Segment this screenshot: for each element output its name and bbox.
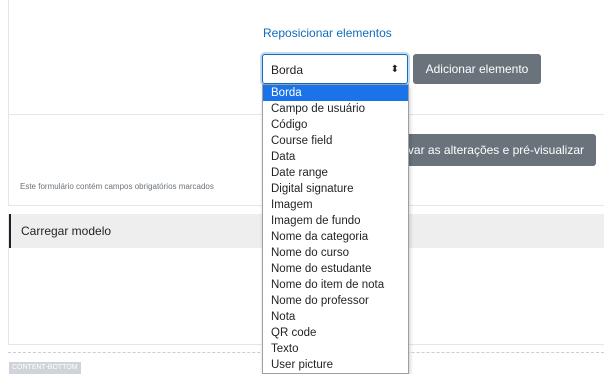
dropdown-option[interactable]: Nota: [263, 309, 408, 325]
dropdown-option[interactable]: Data: [263, 149, 408, 165]
content-bottom-region-label: CONTENT-BOTTOM: [9, 362, 81, 374]
dropdown-option[interactable]: Campo de usuário: [263, 101, 408, 117]
dropdown-option[interactable]: Nome do item de nota: [263, 277, 408, 293]
dropdown-option[interactable]: Digital signature: [263, 181, 408, 197]
element-type-select[interactable]: Borda ⬍: [262, 54, 408, 84]
reposition-elements-link[interactable]: Reposicionar elementos: [263, 26, 392, 40]
load-template-title: Carregar modelo: [21, 224, 112, 238]
dropdown-option[interactable]: Texto: [263, 341, 408, 357]
dropdown-option[interactable]: Nome da categoria: [263, 229, 408, 245]
dropdown-option[interactable]: QR code: [263, 325, 408, 341]
dropdown-option[interactable]: Date range: [263, 165, 408, 181]
dropdown-option[interactable]: Course field: [263, 133, 408, 149]
element-type-select-value: Borda: [271, 63, 304, 77]
dropdown-option[interactable]: Imagem de fundo: [263, 213, 408, 229]
dropdown-option[interactable]: Nome do estudante: [263, 261, 408, 277]
element-type-dropdown-list[interactable]: Borda Campo de usuário Código Course field D…: [262, 84, 409, 374]
dropdown-option[interactable]: User picture: [263, 357, 408, 373]
required-fields-note: Este formulário contém campos obrigatóri…: [20, 182, 214, 191]
dropdown-option[interactable]: Código: [263, 117, 408, 133]
dropdown-option[interactable]: Borda: [263, 85, 408, 101]
dropdown-option[interactable]: Imagem: [263, 197, 408, 213]
dropdown-option[interactable]: Nome do curso: [263, 245, 408, 261]
select-arrows-icon: ⬍: [390, 64, 399, 75]
dropdown-option[interactable]: Nome do professor: [263, 293, 408, 309]
add-element-button[interactable]: Adicionar elemento: [413, 54, 541, 84]
